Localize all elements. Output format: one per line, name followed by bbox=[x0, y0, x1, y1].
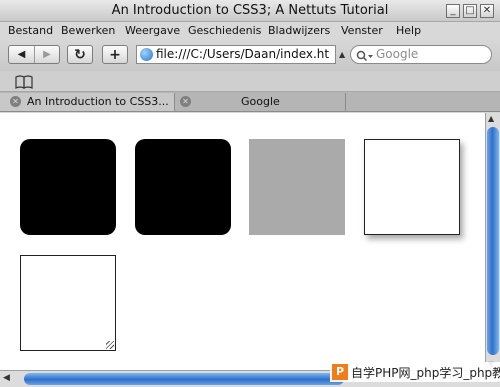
toolbar: ◀ ▶ ↻ + file:///C:/Users/Daan/index.ht ▲… bbox=[0, 39, 500, 71]
vertical-scroll-thumb[interactable] bbox=[487, 127, 499, 355]
history-nav: ◀ ▶ bbox=[8, 45, 60, 64]
globe-icon bbox=[140, 48, 153, 61]
horizontal-scroll-thumb[interactable] bbox=[24, 373, 344, 385]
menu-weergave[interactable]: Weergave bbox=[125, 24, 180, 37]
tab-bar: ✕ An Introduction to CSS3... ✕ Google bbox=[0, 92, 500, 112]
menu-geschiedenis[interactable]: Geschiedenis bbox=[188, 24, 261, 37]
menu-bladwijzers[interactable]: Bladwijzers bbox=[268, 24, 330, 37]
vertical-scrollbar[interactable]: ▲ ▼ bbox=[485, 113, 500, 370]
reload-button[interactable]: ↻ bbox=[67, 45, 93, 64]
window-title: An Introduction to CSS3; A Nettuts Tutor… bbox=[111, 3, 389, 18]
close-button[interactable]: ✕ bbox=[480, 4, 494, 18]
minimize-button[interactable]: _ bbox=[446, 4, 460, 18]
url-bar[interactable]: file:///C:/Users/Daan/index.ht bbox=[136, 45, 336, 64]
page-content bbox=[0, 113, 485, 370]
add-bookmark-button[interactable]: + bbox=[102, 45, 128, 64]
rounded-black-box bbox=[20, 139, 116, 235]
maximize-button[interactable]: □ bbox=[463, 4, 477, 18]
gray-box bbox=[249, 139, 345, 235]
watermark: P 自学PHP网_php学习_php教程 bbox=[330, 362, 500, 382]
close-tab-icon[interactable]: ✕ bbox=[10, 96, 21, 107]
watermark-logo: P bbox=[332, 364, 348, 380]
shadow-box bbox=[364, 139, 460, 235]
tab-google[interactable]: ✕ Google bbox=[176, 93, 346, 111]
url-text: file:///C:/Users/Daan/index.ht bbox=[156, 47, 330, 61]
menu-help[interactable]: Help bbox=[396, 24, 421, 37]
menu-bestand[interactable]: Bestand bbox=[8, 24, 53, 37]
bookmarks-bar bbox=[0, 71, 500, 92]
forward-button[interactable]: ▶ bbox=[33, 46, 59, 63]
url-dropdown-icon[interactable]: ▲ bbox=[339, 50, 345, 59]
menu-bar: Bestand Bewerken Weergave Geschiedenis B… bbox=[0, 22, 500, 39]
resizable-box[interactable] bbox=[20, 255, 116, 351]
menu-venster[interactable]: Venster bbox=[341, 24, 383, 37]
scroll-up-icon[interactable]: ▲ bbox=[488, 114, 494, 123]
rounded-black-box bbox=[135, 139, 231, 235]
close-tab-icon[interactable]: ✕ bbox=[180, 96, 191, 107]
search-input[interactable]: Google bbox=[350, 45, 492, 64]
search-icon[interactable] bbox=[356, 48, 374, 67]
tab-css3-intro[interactable]: ✕ An Introduction to CSS3... bbox=[0, 93, 175, 111]
tab-label: An Introduction to CSS3... bbox=[27, 95, 169, 108]
menu-bewerken[interactable]: Bewerken bbox=[61, 24, 115, 37]
watermark-text: 自学PHP网_php学习_php教程 bbox=[351, 366, 500, 380]
title-bar: An Introduction to CSS3; A Nettuts Tutor… bbox=[0, 0, 500, 22]
book-icon[interactable] bbox=[15, 74, 33, 93]
search-placeholder: Google bbox=[376, 47, 419, 61]
tab-label: Google bbox=[241, 95, 280, 108]
back-button[interactable]: ◀ bbox=[9, 46, 34, 63]
scroll-left-icon[interactable]: ◀ bbox=[3, 373, 10, 383]
resize-handle-icon[interactable] bbox=[106, 341, 114, 349]
